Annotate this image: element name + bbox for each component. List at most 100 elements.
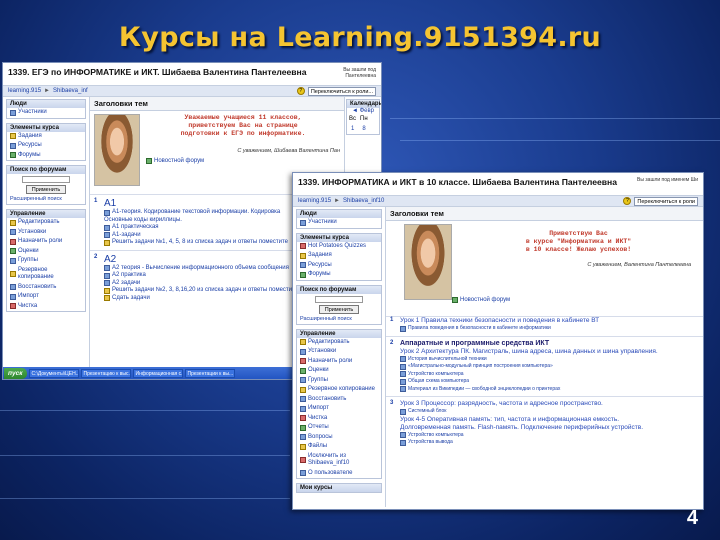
admin-item[interactable]: Группы [297,376,381,386]
resources-link[interactable]: Ресурсы [297,261,381,271]
breadcrumb-home[interactable]: learning.915 [8,88,41,94]
admin-item[interactable]: Назначить роли [7,237,85,247]
assignment-link[interactable]: Сдать задачи [104,295,298,303]
forums-link[interactable]: Форумы [297,270,381,280]
resource-link[interactable]: Правила поведения в безопасности в кабин… [400,325,599,333]
resource-link[interactable]: А2 теория - Вычисление информационного о… [104,265,298,273]
advanced-search-link[interactable]: Расширенный поиск [297,316,381,324]
left-column: Люди Участники Элементы курса Задания Ре… [3,97,89,377]
breadcrumb-course[interactable]: Shibaeva_inf10 [343,198,384,204]
help-icon[interactable]: ? [623,197,632,205]
course-title: 1339. ИНФОРМАТИКА и ИКТ в 10 классе. Шиб… [298,177,618,187]
edit-icon [10,219,16,226]
search-button[interactable]: Применить [26,185,66,194]
navbar: learning.915 ► Shibaeva_inf10 ? Переключ… [293,195,703,207]
resource-link[interactable]: Системный блок [400,408,643,416]
breadcrumb-home[interactable]: learning.915 [298,198,331,204]
admin-item[interactable]: Отчеты [297,423,381,433]
taskbar-item[interactable]: Презентацию к выс... [80,368,131,378]
forums-link[interactable]: Форумы [7,151,85,161]
users-icon [10,109,16,116]
resource-link[interactable]: А1 практическая [104,224,288,232]
profile-icon [300,470,306,477]
block-header: Люди [297,210,381,218]
admin-item[interactable]: Восстановить [7,283,85,293]
switch-role-select[interactable]: Переключиться к роли [634,196,698,206]
taskbar-item[interactable]: С:\Документы\ЦЕН... [28,368,79,378]
assignment-link[interactable]: Решить задачи №1, 4, 5, 8 из списка зада… [104,239,288,247]
assignment-link[interactable]: Решить задачи №2, 3, 8,16,20 из списка з… [104,287,298,295]
search-input[interactable] [315,295,363,303]
resource-link[interactable]: Устройства вывода [400,439,643,447]
breadcrumb-course[interactable]: Shibaeva_inf [53,88,88,94]
admin-item[interactable]: Установки [7,228,85,238]
greeting-line: в курсе "Информатика и ИКТ" [525,238,632,245]
admin-item[interactable]: Импорт [297,404,381,414]
admin-item[interactable]: Группы [7,256,85,266]
switch-role-select[interactable]: Переключиться к роли... [307,86,376,96]
help-icon[interactable]: ? [296,87,305,95]
resource-link[interactable]: А1-задачи [104,232,288,240]
assignments-link[interactable]: Задания [7,132,85,142]
resource-label: «Магистрально-модульный принцип построен… [408,363,553,369]
resource-link[interactable]: История вычислительной техники [400,356,658,364]
advanced-search-link[interactable]: Расширенный поиск [7,196,85,204]
admin-item[interactable]: Файлы [297,442,381,452]
admin-item[interactable]: Восстановить [297,395,381,405]
resource-link[interactable]: «Магистрально-модульный принцип построен… [400,363,658,371]
slide-title: Курсы на Learning.9151394.ru [118,22,602,53]
resource-link[interactable]: Основные коды кириллицы. [104,217,288,225]
backup-icon [10,271,16,277]
day-cell[interactable]: 1 [351,126,354,132]
admin-label: Редактировать [18,219,60,225]
block-header: Мои курсы [297,484,381,492]
resource-link[interactable]: Устройство компьютера [400,432,643,440]
admin-item[interactable]: Импорт [7,292,85,302]
admin-item[interactable]: Оценки [7,247,85,257]
quizzes-link[interactable]: Hot Potatoes Quizzes [297,242,381,252]
document-icon [400,325,406,332]
block-header: Поиск по форумам [7,166,85,174]
admin-item[interactable]: Резервное копирование [297,385,381,395]
admin-item[interactable]: Редактировать [297,338,381,348]
search-input[interactable] [22,176,70,183]
lesson-title: Урок 3 Процессор: разрядность, частота и… [400,400,603,407]
resource-link[interactable]: А2 задачи [104,280,298,288]
admin-item[interactable]: Редактировать [7,218,85,228]
resource-link[interactable]: А2 практика [104,272,298,280]
admin-item[interactable]: Назначить роли [297,357,381,367]
participants-link[interactable]: Участники [7,108,85,118]
resource-link[interactable]: Материал из Википедии — свободной энцикл… [400,386,658,394]
files-icon [300,443,306,450]
admin-item[interactable]: О пользователе [297,469,381,479]
assignment-icon [104,239,110,246]
admin-item[interactable]: Вопросы [297,433,381,443]
admin-item[interactable]: Исключить из Shibaeva_inf10 [297,452,381,469]
resources-link[interactable]: Ресурсы [7,141,85,151]
resource-link[interactable]: А1-теория. Кодирование текстовой информа… [104,209,288,217]
participants-link[interactable]: Участники [297,218,381,228]
section-number: 1 [390,317,394,323]
block-header: Элементы курса [7,123,85,132]
login-name[interactable]: Пантелеевна [343,73,376,79]
resource-link[interactable]: Устройство компьютера [400,371,658,379]
search-button[interactable]: Применить [319,304,359,314]
admin-item[interactable]: Чистка [7,302,85,312]
day-cell[interactable]: 8 [362,126,365,132]
admin-item[interactable]: Оценки [297,366,381,376]
reset-icon [10,303,16,310]
admin-item[interactable]: Чистка [297,414,381,424]
chevron-left-icon[interactable]: ◄ [352,108,360,114]
greeting-line: Уважаемые учащиеся 11 классов, [184,114,302,121]
start-button[interactable]: пуск [4,367,27,379]
document-icon [400,386,406,393]
taskbar-item[interactable]: Презентации к вы... [184,368,235,378]
admin-item[interactable]: Установки [297,347,381,357]
document-icon [104,272,110,279]
news-forum-link[interactable]: Новостной форум [146,158,340,164]
admin-item[interactable]: Резервное копирование [7,266,85,283]
resource-link[interactable]: Общая схема компьютера [400,378,658,386]
taskbar-item[interactable]: Информационная с... [132,368,183,378]
assignments-link[interactable]: Задания [297,251,381,261]
topics-header: Заголовки тем [386,207,703,221]
